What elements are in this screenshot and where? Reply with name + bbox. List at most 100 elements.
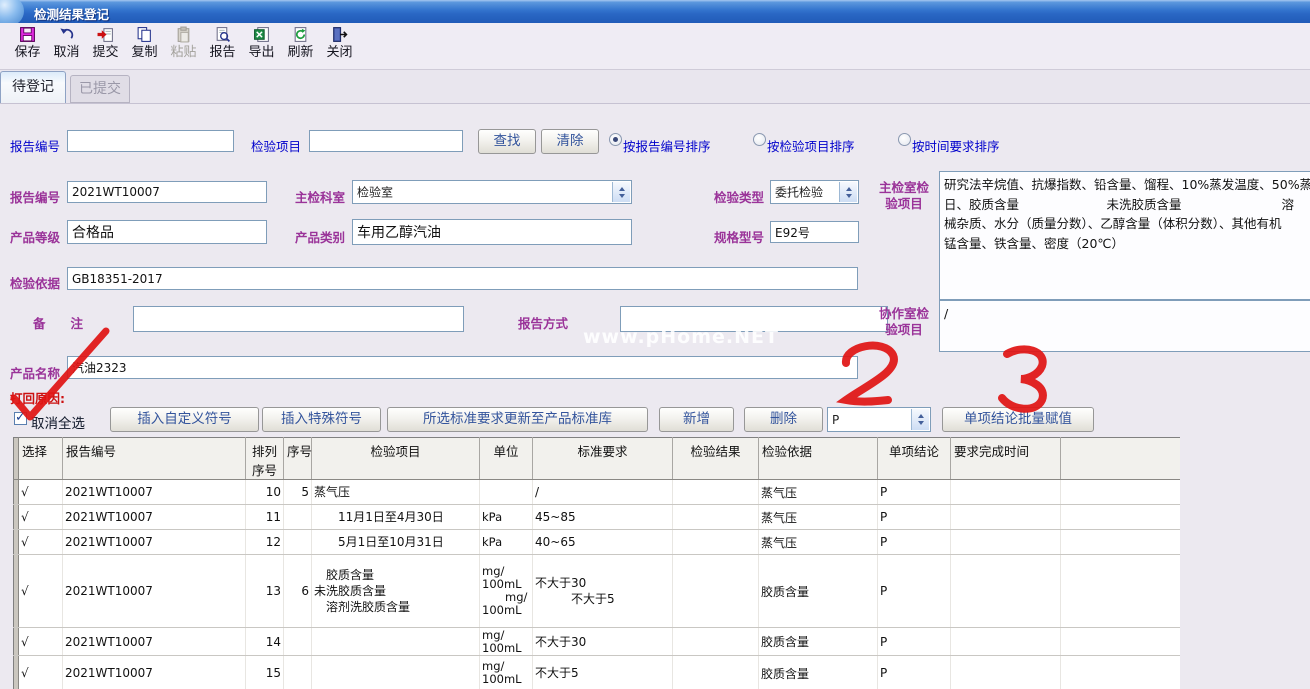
report-method-input[interactable] <box>620 306 888 332</box>
export-button[interactable]: 导出 <box>242 23 281 68</box>
refresh-button[interactable]: 刷新 <box>281 23 320 68</box>
save-button[interactable]: 保存 <box>8 23 47 68</box>
cell-deadline <box>951 628 1061 656</box>
sort-by-report-no-label: 按报告编号排序 <box>623 136 711 155</box>
cell-conclusion: P <box>878 480 951 505</box>
cell-conclusion: P <box>878 555 951 628</box>
cell-seq: 5 <box>284 480 312 505</box>
cell-item <box>312 656 480 689</box>
copy-icon <box>136 26 153 43</box>
main-dept-combo[interactable]: 检验室 <box>352 180 632 204</box>
column-header-3[interactable]: 序号 <box>284 438 312 480</box>
cell-basis: 蒸气压 <box>759 480 878 505</box>
cell-selected[interactable]: √ <box>19 656 63 689</box>
main-items-box[interactable]: 研究法辛烷值、抗爆指数、铅含量、馏程、10%蒸发温度、50%蒸 日、胶质含量 未… <box>939 171 1310 300</box>
column-header-2[interactable]: 排列 序号 <box>246 438 284 480</box>
paste-button: 粘贴 <box>164 23 203 68</box>
tab-pending[interactable]: 待登记 <box>0 71 66 103</box>
insert-custom-symbol-button[interactable]: 插入自定义符号 <box>110 407 259 432</box>
search-report-no-input[interactable] <box>67 130 234 152</box>
remark-label: 备 注 <box>33 313 83 332</box>
combo-spinner-icon[interactable] <box>911 409 929 430</box>
sort-by-time-radio[interactable] <box>898 133 911 146</box>
product-name-input[interactable] <box>67 356 858 379</box>
product-grade-input[interactable] <box>67 220 267 244</box>
toolbar: 保存 取消 提交 复制 粘贴 报告 导出 刷新 <box>0 23 1310 70</box>
cell-filler <box>1061 505 1181 530</box>
conclusion-combo[interactable]: P <box>827 407 931 432</box>
cancel-button[interactable]: 取消 <box>47 23 86 68</box>
uncheck-all-checkbox[interactable] <box>14 412 27 425</box>
cell-deadline <box>951 656 1061 689</box>
column-header-0[interactable]: 选择 <box>19 438 63 480</box>
column-header-9[interactable]: 单项结论 <box>878 438 951 480</box>
cell-selected[interactable]: √ <box>19 530 63 555</box>
cell-basis: 胶质含量 <box>759 628 878 656</box>
cell-conclusion: P <box>878 505 951 530</box>
reject-reason-label: 打回原因: <box>10 388 65 407</box>
cell-basis: 蒸气压 <box>759 530 878 555</box>
add-button[interactable]: 新增 <box>659 407 734 432</box>
cell-deadline <box>951 480 1061 505</box>
find-button[interactable]: 查找 <box>478 129 536 154</box>
submit-icon <box>97 26 114 43</box>
update-standard-button[interactable]: 所选标准要求更新至产品标准库 <box>387 407 648 432</box>
column-header-5[interactable]: 单位 <box>480 438 533 480</box>
column-header-7[interactable]: 检验结果 <box>673 438 759 480</box>
insert-special-symbol-button[interactable]: 插入特殊符号 <box>262 407 381 432</box>
delete-button[interactable]: 删除 <box>744 407 823 432</box>
cell-unit: mg/ 100mL mg/ 100mL <box>480 555 533 628</box>
cell-seq: 6 <box>284 555 312 628</box>
cell-selected[interactable]: √ <box>19 480 63 505</box>
column-header-6[interactable]: 标准要求 <box>533 438 673 480</box>
cell-filler <box>1061 530 1181 555</box>
cell-requirement: / <box>533 480 673 505</box>
remark-input[interactable] <box>133 306 464 332</box>
basis-label: 检验依据 <box>10 273 60 292</box>
cell-seq <box>284 656 312 689</box>
combo-spinner-icon[interactable] <box>612 182 630 202</box>
column-header-10[interactable]: 要求完成时间 <box>951 438 1061 480</box>
cell-selected[interactable]: √ <box>19 505 63 530</box>
cell-selected[interactable]: √ <box>19 555 63 628</box>
search-item-input[interactable] <box>309 130 463 152</box>
app-window: 检测结果登记 保存 取消 提交 复制 粘贴 报告 导出 <box>0 0 1310 689</box>
column-header-filler <box>1061 438 1181 480</box>
tab-submitted[interactable]: 已提交 <box>70 75 130 103</box>
clear-button[interactable]: 清除 <box>541 129 599 154</box>
combo-spinner-icon[interactable] <box>839 182 857 202</box>
column-header-8[interactable]: 检验依据 <box>759 438 878 480</box>
cell-unit: mg/ 100mL <box>480 628 533 656</box>
cell-basis: 蒸气压 <box>759 505 878 530</box>
cell-deadline <box>951 530 1061 555</box>
close-button[interactable]: 关闭 <box>320 23 359 68</box>
submit-button[interactable]: 提交 <box>86 23 125 68</box>
cell-selected[interactable]: √ <box>19 628 63 656</box>
cell-unit: kPa <box>480 530 533 555</box>
cell-filler <box>1061 555 1181 628</box>
coop-items-box[interactable]: / <box>939 300 1310 352</box>
product-type-input[interactable] <box>352 219 632 245</box>
spec-model-input[interactable] <box>770 221 859 243</box>
basis-input[interactable] <box>67 267 858 290</box>
titlebar: 检测结果登记 <box>0 0 1310 23</box>
spec-model-label: 规格型号 <box>714 227 764 246</box>
coop-items-label: 协作室检 验项目 <box>872 306 936 338</box>
column-header-1[interactable]: 报告编号 <box>63 438 246 480</box>
main-dept-label: 主检科室 <box>295 187 345 206</box>
cell-requirement: 不大于30 不大于5 <box>533 555 673 628</box>
cell-requirement: 45~85 <box>533 505 673 530</box>
cell-unit: mg/ 100mL <box>480 656 533 689</box>
column-header-4[interactable]: 检验项目 <box>312 438 480 480</box>
batch-assign-button[interactable]: 单项结论批量赋值 <box>942 407 1094 432</box>
report-no-input[interactable] <box>67 181 267 203</box>
cell-requirement: 40~65 <box>533 530 673 555</box>
report-button[interactable]: 报告 <box>203 23 242 68</box>
sort-by-item-radio[interactable] <box>753 133 766 146</box>
copy-button[interactable]: 复制 <box>125 23 164 68</box>
sort-by-report-no-radio[interactable] <box>609 133 622 146</box>
cell-item: 蒸气压 <box>312 480 480 505</box>
cell-seq <box>284 505 312 530</box>
uncheck-all-label: 取消全选 <box>31 412 85 432</box>
test-type-combo[interactable]: 委托检验 <box>770 180 859 204</box>
